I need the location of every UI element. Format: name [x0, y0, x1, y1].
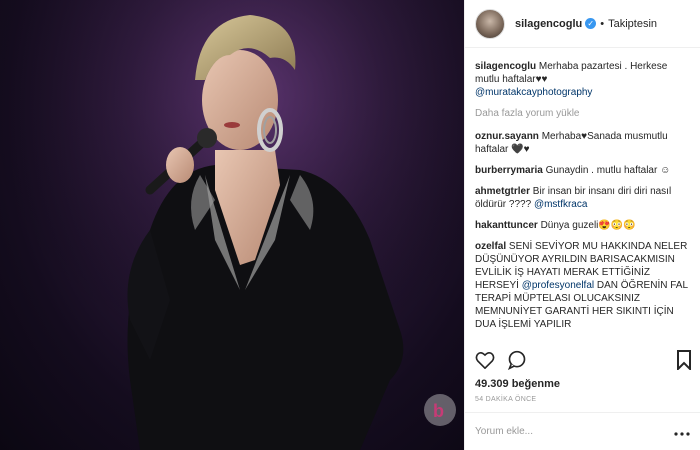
comment-user[interactable]: hakanttuncer: [475, 220, 538, 231]
comment-item: oznur.sayann Merhaba♥Sanada musmutlu haf…: [475, 130, 692, 156]
post-side-panel: silagencoglu ✓ • Takiptesin silagencoglu…: [464, 0, 700, 450]
svg-text:b: b: [433, 401, 444, 421]
more-options-icon[interactable]: [674, 423, 690, 441]
comment-text: Dünya guzeli😍😳😳: [540, 220, 636, 231]
follow-status[interactable]: Takiptesin: [608, 18, 657, 30]
avatar[interactable]: [475, 8, 505, 39]
comment-text: Gunaydin . mutlu haftalar ☺: [545, 165, 671, 176]
comment-item: ozelfal SENİ SEVİYOR MU HAKKINDA NELER D…: [475, 240, 692, 331]
heart-icon[interactable]: [475, 351, 495, 374]
comment-item: burberrymaria Gunaydin . mutlu haftalar …: [475, 164, 692, 177]
comment-mention[interactable]: @profesyonelfal: [522, 280, 594, 291]
post-photo-illustration: b: [0, 0, 464, 450]
comment-item: hakanttuncer Dünya guzeli😍😳😳: [475, 219, 692, 232]
comment-mention[interactable]: @muratakcayphotography: [475, 87, 592, 98]
bookmark-icon[interactable]: [676, 349, 692, 375]
separator-dot: •: [600, 17, 605, 30]
post-header: silagencoglu ✓ • Takiptesin: [465, 0, 700, 48]
like-count[interactable]: 49.309 beğenme: [475, 378, 560, 390]
comment-icon[interactable]: [507, 350, 527, 375]
post-photo[interactable]: b: [0, 0, 464, 450]
comment-mention[interactable]: @mstfkraca: [534, 199, 588, 210]
caption: silagencoglu Merhaba pazartesi . Herkese…: [475, 60, 692, 99]
comment-user[interactable]: silagencoglu: [475, 61, 536, 72]
post-timestamp[interactable]: 54 DAKİKA ÖNCE: [475, 396, 536, 403]
comment-item: ahmetgtrler Bir insan bir insanı diri di…: [475, 185, 692, 211]
action-bar: [475, 349, 692, 375]
verified-badge-icon: ✓: [585, 18, 597, 29]
comment-user[interactable]: ahmetgtrler: [475, 186, 530, 197]
comment-list: silagencoglu Merhaba pazartesi . Herkese…: [475, 60, 692, 339]
comment-user[interactable]: burberrymaria: [475, 165, 543, 176]
username-link[interactable]: silagencoglu: [515, 18, 582, 30]
comment-user[interactable]: ozelfal: [475, 241, 506, 252]
add-comment-input[interactable]: Yorum ekle...: [475, 426, 674, 437]
load-more-comments-link[interactable]: Daha fazla yorum yükle: [475, 107, 692, 120]
comment-user[interactable]: oznur.sayann: [475, 131, 539, 142]
add-comment-bar: Yorum ekle...: [465, 412, 700, 450]
